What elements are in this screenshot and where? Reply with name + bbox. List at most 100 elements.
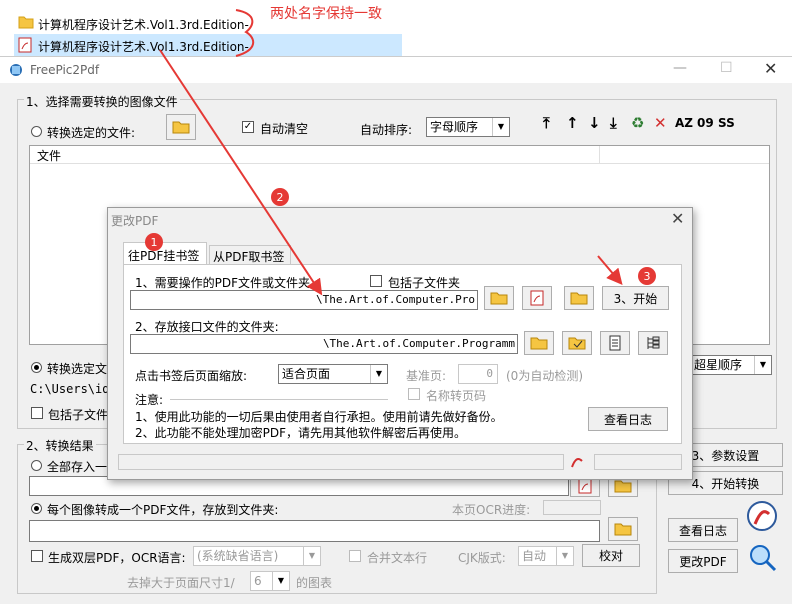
acrobat-logo-icon[interactable]: [746, 500, 778, 532]
file-name: 计算机程序设计艺术.Vol1.3rd.Edition-: [38, 18, 249, 32]
file-list-header[interactable]: 文件: [30, 146, 769, 164]
convert-selected-radio[interactable]: [31, 126, 42, 137]
dlg-folder-button-2[interactable]: [562, 331, 592, 355]
magnifier-logo-icon[interactable]: [746, 541, 778, 573]
chevron-down-icon: ▼: [556, 547, 573, 565]
name-page-checkbox[interactable]: [408, 388, 420, 400]
move-down-icon[interactable]: ↓: [588, 114, 601, 132]
group1-title: 1、选择需要转换的图像文件: [24, 93, 180, 110]
dlg-tree-button[interactable]: [638, 331, 668, 355]
step2-label: 2、存放接口文件的文件夹:: [135, 320, 279, 334]
name-page-label: 名称转页码: [426, 389, 487, 403]
pdf-icon: [530, 290, 544, 306]
step1-label: 1、需要操作的PDF文件或文件夹: [135, 276, 311, 290]
include-sub-checkbox-main[interactable]: [31, 407, 43, 419]
all-to-one-label: 全部存入一: [47, 460, 108, 474]
remove-suffix-label: 的图表: [296, 576, 333, 590]
chevron-down-icon: ▼: [303, 547, 320, 565]
include-sub-checkbox[interactable]: [370, 275, 382, 287]
notes-title: 注意:: [135, 393, 164, 407]
convert-selected-label: 转换选定的文件:: [47, 126, 136, 140]
dialog-close-icon[interactable]: ✕: [671, 209, 684, 228]
dlg-folder-button[interactable]: [564, 286, 594, 310]
base-page-input[interactable]: 0: [458, 364, 498, 384]
dlg-open-folder-button[interactable]: [484, 286, 514, 310]
app-icon: [10, 64, 22, 76]
move-up-icon[interactable]: ↑: [566, 114, 579, 132]
notes-icon: [609, 335, 621, 351]
remove-size-select[interactable]: 6 ▼: [250, 571, 290, 591]
sort-select-right[interactable]: 超星顺序 ▼: [690, 355, 772, 375]
open-folder-icon: [490, 292, 508, 305]
merge-lines-checkbox[interactable]: [349, 550, 361, 562]
zoom-label: 点击书签后页面缩放:: [135, 369, 248, 383]
open-folder-icon: [614, 480, 632, 493]
sort-09-icon[interactable]: 09: [697, 116, 714, 130]
auto-clear-label: 自动清空: [260, 122, 309, 136]
open-folder-icon: [530, 337, 548, 350]
dlg-view-log-button[interactable]: 查看日志: [588, 407, 668, 431]
dual-layer-checkbox[interactable]: [31, 550, 43, 562]
dlg-pdf-button[interactable]: [522, 286, 552, 310]
include-sub-label: 包括子文件夹: [388, 276, 461, 290]
all-to-one-radio[interactable]: [31, 460, 42, 471]
remove-prefix-label: 去掉大于页面尺寸1/: [127, 576, 235, 590]
auto-detect-label: (0为自动检测): [506, 369, 583, 383]
column-divider: [599, 146, 600, 163]
dual-layer-label: 生成双层PDF，OCR语言:: [48, 551, 186, 565]
modify-pdf-dialog: 更改PDF ✕ 往PDF挂书签 从PDF取书签 1、需要操作的PDF文件或文件夹…: [107, 207, 693, 480]
pdf-file-icon: [18, 37, 32, 53]
iface-path-input[interactable]: \The.Art.of.Computer.Programm: [130, 334, 518, 354]
view-log-button[interactable]: 查看日志: [668, 518, 738, 542]
move-top-icon[interactable]: ⤒: [543, 114, 550, 132]
output-folder-path[interactable]: [29, 520, 600, 542]
open-folder-icon: [614, 523, 632, 536]
folder-icon: [18, 16, 34, 29]
explorer-row-1[interactable]: 计算机程序设计艺术.Vol1.3rd.Edition-: [14, 12, 250, 34]
tab-add-bookmarks[interactable]: 往PDF挂书签: [123, 242, 207, 264]
annotation-text: 两处名字保持一致: [270, 6, 382, 22]
pdf-icon: [578, 478, 592, 494]
pdf-path-input[interactable]: \The.Art.of.Computer.Pro: [130, 290, 478, 310]
move-bottom-icon[interactable]: ⤓: [610, 114, 617, 132]
modify-pdf-button[interactable]: 更改PDF: [668, 549, 738, 573]
convert-selected-folder-radio[interactable]: [31, 362, 42, 373]
marker-3: 3: [638, 267, 656, 285]
close-icon[interactable]: ✕: [764, 59, 777, 78]
group2-title: 2、转换结果: [24, 437, 96, 454]
title-bar: FreePic2Pdf — ☐ ✕: [0, 57, 792, 83]
zoom-select[interactable]: 适合页面 ▼: [278, 364, 388, 384]
minimize-icon[interactable]: —: [673, 60, 687, 76]
each-image-label: 每个图像转成一个PDF文件，存放到文件夹:: [47, 503, 279, 517]
open-folder-icon: [172, 121, 190, 134]
base-page-label: 基准页:: [406, 369, 447, 383]
dlg-start-button[interactable]: 3、开始: [602, 286, 669, 310]
open-folder-button-3[interactable]: [608, 517, 638, 541]
dlg-open-folder-button-2[interactable]: [524, 331, 554, 355]
delete-icon[interactable]: ✕: [654, 114, 667, 132]
cjk-label: CJK版式:: [458, 551, 506, 565]
auto-sort-label: 自动排序:: [360, 123, 413, 137]
each-image-radio[interactable]: [31, 503, 42, 514]
recycle-icon[interactable]: ♻: [631, 114, 644, 132]
sort-az-icon[interactable]: AZ: [675, 116, 693, 130]
explorer-row-2[interactable]: 计算机程序设计艺术.Vol1.3rd.Edition-: [14, 34, 402, 56]
file-column-header: 文件: [37, 149, 62, 163]
acrobat-icon: [571, 458, 583, 468]
ocr-lang-select[interactable]: (系统缺省语言) ▼: [193, 546, 321, 566]
tab-get-bookmarks[interactable]: 从PDF取书签: [209, 245, 291, 264]
proofread-button[interactable]: 校对: [582, 544, 640, 567]
cjk-select[interactable]: 自动 ▼: [518, 546, 574, 566]
dialog-progress-field: [594, 454, 682, 470]
open-folder-button[interactable]: [166, 114, 196, 140]
folder-path-partial: C:\Users\id: [30, 382, 110, 396]
ocr-progress-label: 本页OCR进度:: [452, 503, 531, 517]
auto-clear-checkbox[interactable]: ✓: [242, 121, 254, 133]
maximize-icon[interactable]: ☐: [720, 60, 733, 76]
sort-ss-icon[interactable]: SS: [718, 116, 735, 130]
ocr-progress-bar: [543, 500, 601, 515]
dlg-notes-button[interactable]: [600, 331, 630, 355]
marker-1: 1: [145, 233, 163, 251]
auto-sort-select[interactable]: 字母顺序 ▼: [426, 117, 510, 137]
window-title: FreePic2Pdf: [30, 63, 100, 77]
